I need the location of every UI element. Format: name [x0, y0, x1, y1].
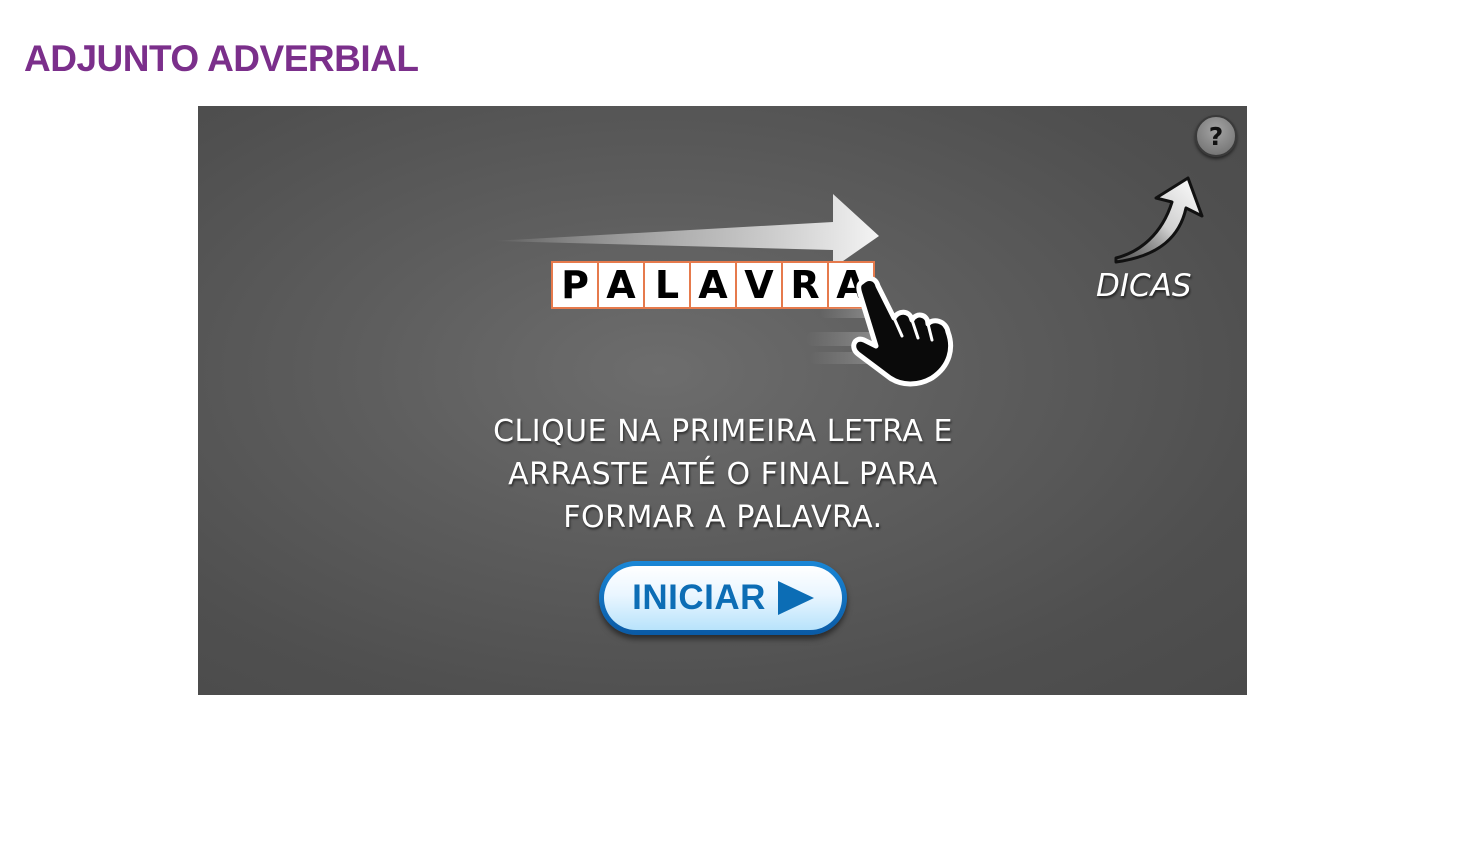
letter-tile: P	[553, 263, 597, 307]
right-arrow-icon	[493, 194, 879, 268]
tips-label[interactable]: DICAS	[1096, 268, 1192, 304]
start-button-face[interactable]: INICIAR	[604, 566, 842, 630]
letter-tile: A	[691, 263, 735, 307]
letter-tile: L	[645, 263, 689, 307]
start-button[interactable]: INICIAR	[599, 561, 847, 635]
question-mark-icon: ?	[1208, 121, 1224, 151]
page: ADJUNTO ADVERBIAL ? DICAS P A L A V R A …	[0, 0, 1460, 850]
start-button-label: INICIAR	[632, 578, 766, 617]
letter-tile: A	[599, 263, 643, 307]
letter-tile: V	[737, 263, 781, 307]
game-canvas[interactable]: ? DICAS P A L A V R A CLIQUE NA PRIMEIRA…	[198, 106, 1247, 695]
pointing-hand-icon	[806, 276, 954, 387]
page-title: ADJUNTO ADVERBIAL	[24, 38, 419, 79]
instruction-line: CLIQUE NA PRIMEIRA LETRA E	[493, 414, 953, 449]
help-button[interactable]: ?	[1195, 115, 1237, 157]
curved-arrow-icon	[1114, 176, 1204, 264]
instruction-line: ARRASTE ATÉ O FINAL PARA	[508, 457, 938, 492]
instruction-line: FORMAR A PALAVRA.	[563, 500, 883, 535]
play-icon	[777, 581, 814, 615]
instructions: CLIQUE NA PRIMEIRA LETRA E ARRASTE ATÉ O…	[443, 410, 1003, 539]
